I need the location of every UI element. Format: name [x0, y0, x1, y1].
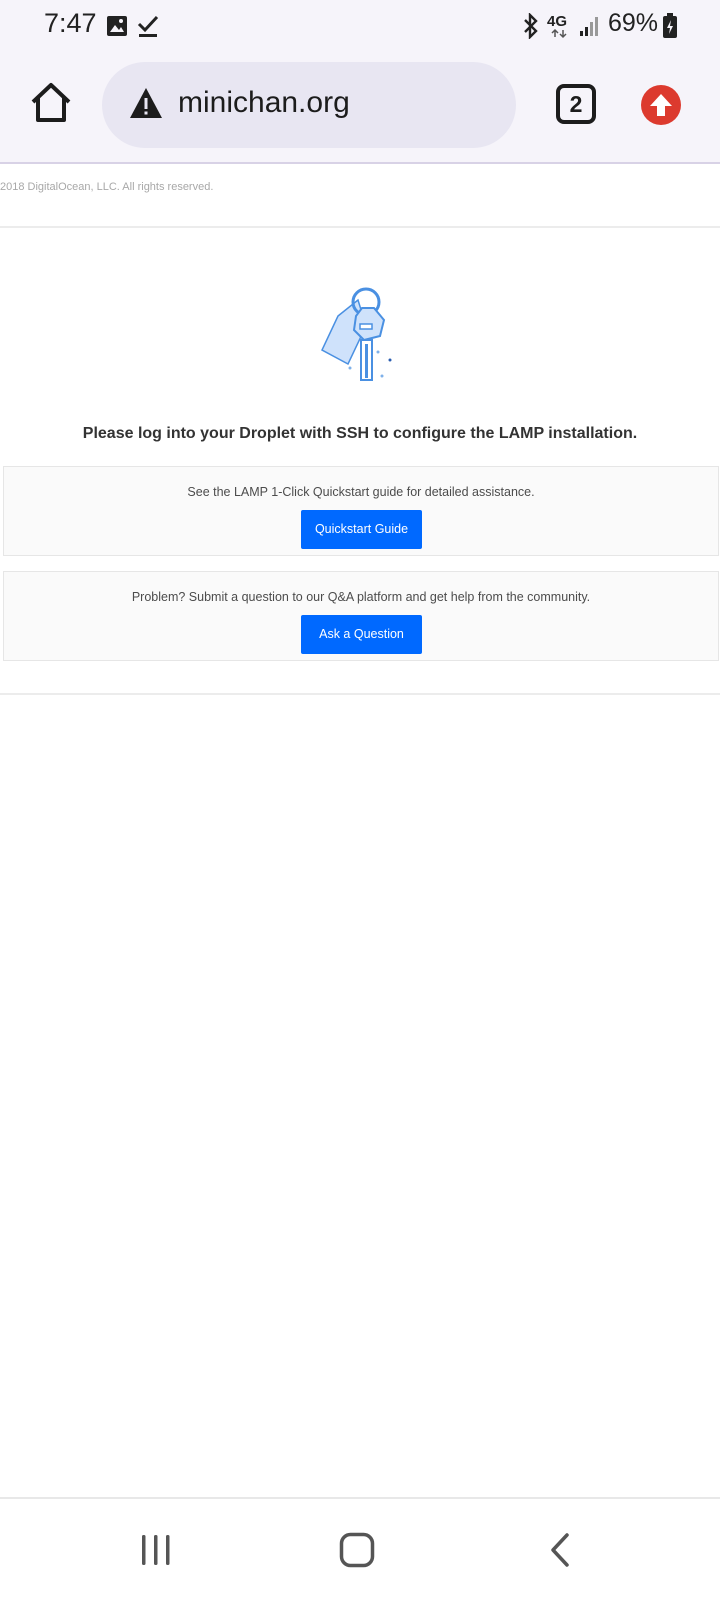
- battery-icon: [663, 13, 677, 38]
- bluetooth-icon: [524, 13, 538, 39]
- screen: 7:47 4G 69% minichan.org 2 2018 DigitalO…: [0, 0, 720, 1600]
- quickstart-card: See the LAMP 1-Click Quickstart guide fo…: [3, 466, 719, 556]
- warning-icon[interactable]: [128, 86, 164, 120]
- divider-top: [0, 226, 720, 228]
- update-button[interactable]: [641, 85, 681, 125]
- quickstart-guide-button[interactable]: Quickstart Guide: [301, 510, 422, 549]
- browser-toolbar: minichan.org 2: [0, 52, 720, 164]
- divider-bottom: [0, 693, 720, 695]
- check-icon: [137, 15, 159, 37]
- page-heading: Please log into your Droplet with SSH to…: [82, 425, 638, 442]
- url-text[interactable]: minichan.org: [178, 86, 350, 120]
- address-bar[interactable]: minichan.org: [102, 62, 516, 148]
- back-icon[interactable]: [547, 1532, 573, 1568]
- quickstart-text: See the LAMP 1-Click Quickstart guide fo…: [187, 485, 535, 499]
- ask-question-button[interactable]: Ask a Question: [301, 615, 422, 654]
- home-icon[interactable]: [28, 80, 74, 126]
- image-icon: [107, 16, 127, 36]
- signal-icon: [580, 17, 598, 36]
- key-illustration: [321, 287, 392, 381]
- status-time: 7:47: [44, 8, 97, 38]
- battery-percent: 69%: [608, 9, 659, 37]
- network-4g-icon: 4G: [547, 13, 573, 39]
- question-card: Problem? Submit a question to our Q&A pl…: [3, 571, 719, 661]
- network-arrows-icon: [551, 28, 567, 39]
- copyright-text: 2018 DigitalOcean, LLC. All rights reser…: [0, 181, 214, 193]
- question-text: Problem? Submit a question to our Q&A pl…: [131, 590, 591, 604]
- tabs-button[interactable]: 2: [556, 84, 596, 124]
- tab-count: 2: [569, 91, 583, 117]
- recent-apps-icon[interactable]: [138, 1533, 174, 1567]
- update-icon: [650, 94, 672, 116]
- home-nav-icon[interactable]: [339, 1532, 375, 1568]
- status-bar: 7:47 4G 69%: [0, 0, 720, 52]
- system-nav-bar: [0, 1497, 720, 1600]
